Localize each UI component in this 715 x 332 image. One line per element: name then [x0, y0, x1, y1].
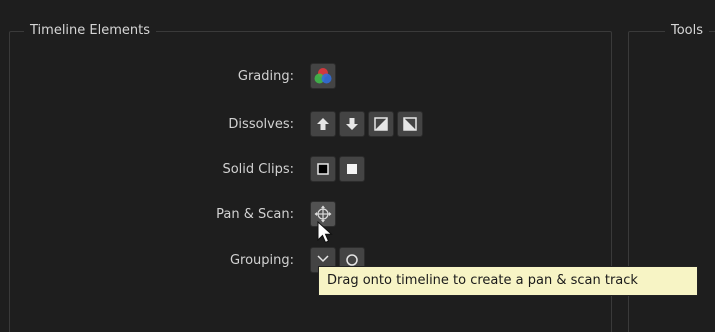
- mouse-pointer-icon: [317, 221, 333, 244]
- solid-clips-label: Solid Clips:: [222, 162, 294, 177]
- dissolve-up-arrow-button[interactable]: [310, 111, 336, 137]
- timeline-elements-panel: Timeline Elements Tools Grading: Dissolv…: [0, 0, 715, 332]
- pan-scan-label: Pan & Scan:: [216, 207, 294, 222]
- dissolves-label: Dissolves:: [228, 117, 294, 132]
- white-solid-button[interactable]: [339, 156, 365, 182]
- grading-strip: [310, 63, 336, 91]
- dissolve-down-icon: [403, 117, 417, 131]
- black-solid-icon: [317, 163, 329, 175]
- grading-label: Grading:: [237, 69, 294, 84]
- black-solid-button[interactable]: [310, 156, 336, 182]
- dissolve-down-arrow-button[interactable]: [339, 111, 365, 137]
- pan-scan-tooltip: Drag onto timeline to create a pan & sca…: [318, 266, 698, 296]
- white-solid-icon: [347, 164, 357, 174]
- solid-clips-strip: [310, 156, 365, 184]
- tools-title: Tools: [665, 23, 710, 39]
- grouping-label: Grouping:: [229, 253, 294, 268]
- dissolves-strip: [310, 111, 423, 139]
- color-wheels-icon: [314, 68, 332, 84]
- arrow-up-icon: [317, 118, 329, 130]
- arrow-down-icon: [346, 118, 358, 130]
- dissolve-up-icon: [374, 117, 388, 131]
- timeline-elements-title: Timeline Elements: [24, 23, 157, 39]
- dissolve-ramp-down-button[interactable]: [397, 111, 423, 137]
- grading-button[interactable]: [310, 63, 336, 89]
- dissolve-ramp-up-button[interactable]: [368, 111, 394, 137]
